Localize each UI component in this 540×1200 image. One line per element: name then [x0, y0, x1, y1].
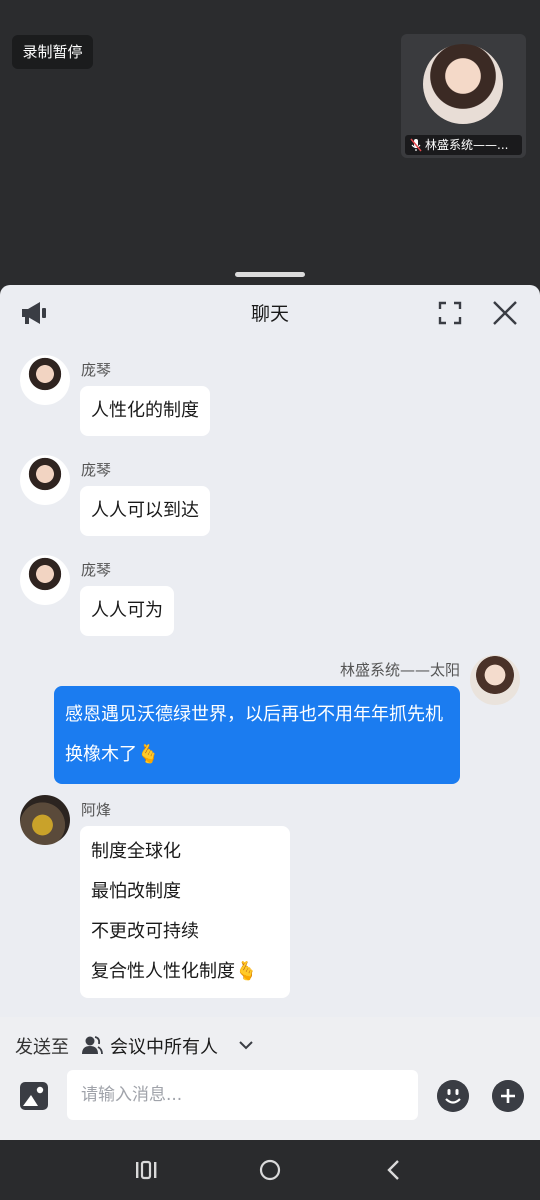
sender-name: 庞琴: [81, 361, 112, 379]
message-line-with-emoji: 复合性人性化制度🫰: [91, 952, 279, 992]
chat-header: 聊天: [0, 285, 540, 341]
message-line: 不更改可持续: [91, 921, 199, 942]
message-text: 人人可为: [91, 600, 163, 621]
message-text: 人人可以到达: [91, 500, 199, 521]
emoji-icon[interactable]: [437, 1080, 469, 1112]
sender-avatar[interactable]: [20, 355, 70, 405]
participant-avatar: [423, 44, 503, 124]
panel-drag-handle[interactable]: [235, 272, 305, 277]
chat-panel: 聊天 庞琴 人性化的制度 庞琴 人人可以到达 庞琴 人人可为 林盛系统——太阳 …: [0, 285, 540, 1140]
sender-name: 阿烽: [81, 801, 112, 819]
sender-avatar[interactable]: [20, 555, 70, 605]
message-input[interactable]: [67, 1070, 418, 1120]
image-icon[interactable]: [18, 1080, 50, 1112]
back-icon[interactable]: [381, 1158, 407, 1182]
system-nav-bar: [0, 1140, 540, 1200]
sender-avatar[interactable]: [20, 795, 70, 845]
my-avatar[interactable]: [470, 655, 520, 705]
message-text: 人性化的制度: [91, 400, 199, 421]
my-message-bubble[interactable]: 感恩遇见沃德绿世界，以后再也不用年年抓先机换橡木了🫰: [54, 686, 460, 784]
close-icon[interactable]: [489, 297, 521, 329]
sender-avatar[interactable]: [20, 455, 70, 505]
sender-name: 庞琴: [81, 561, 112, 579]
send-to-target[interactable]: 会议中所有人: [110, 1033, 218, 1059]
mic-off-icon: [410, 138, 422, 152]
chevron-down-icon[interactable]: [238, 1039, 254, 1051]
recording-status[interactable]: 录制暂停: [12, 35, 93, 69]
finger-heart-emoji: 🫰: [235, 961, 258, 982]
sender-name: 林盛系统——太阳: [339, 661, 460, 679]
finger-heart-emoji: 🫰: [137, 744, 160, 765]
home-icon[interactable]: [257, 1158, 283, 1182]
message-bubble[interactable]: 人人可以到达: [80, 486, 210, 536]
participant-name: 林盛系统——...: [425, 138, 509, 152]
compose-bar: [0, 1062, 540, 1140]
message-line: 最怕改制度: [91, 881, 181, 902]
message-line-text: 复合性人性化制度: [91, 961, 235, 982]
plus-icon[interactable]: [492, 1080, 524, 1112]
fullscreen-icon[interactable]: [434, 297, 466, 329]
sender-name: 庞琴: [81, 461, 112, 479]
message-bubble[interactable]: 人人可为: [80, 586, 174, 636]
message-bubble[interactable]: 制度全球化 最怕改制度 不更改可持续 复合性人性化制度🫰: [80, 826, 290, 998]
participant-name-bar: 林盛系统——...: [405, 135, 522, 155]
send-to-label: 发送至: [15, 1037, 69, 1058]
recent-apps-icon[interactable]: [133, 1158, 159, 1182]
message-bubble[interactable]: 人性化的制度: [80, 386, 210, 436]
message-text: 感恩遇见沃德绿世界，以后再也不用年年抓先机换橡木了: [65, 704, 443, 765]
people-icon: [82, 1036, 103, 1055]
participant-video-tile[interactable]: 林盛系统——...: [401, 34, 526, 158]
meeting-area: 录制暂停 林盛系统——...: [0, 0, 540, 285]
message-line: 制度全球化: [91, 841, 181, 862]
